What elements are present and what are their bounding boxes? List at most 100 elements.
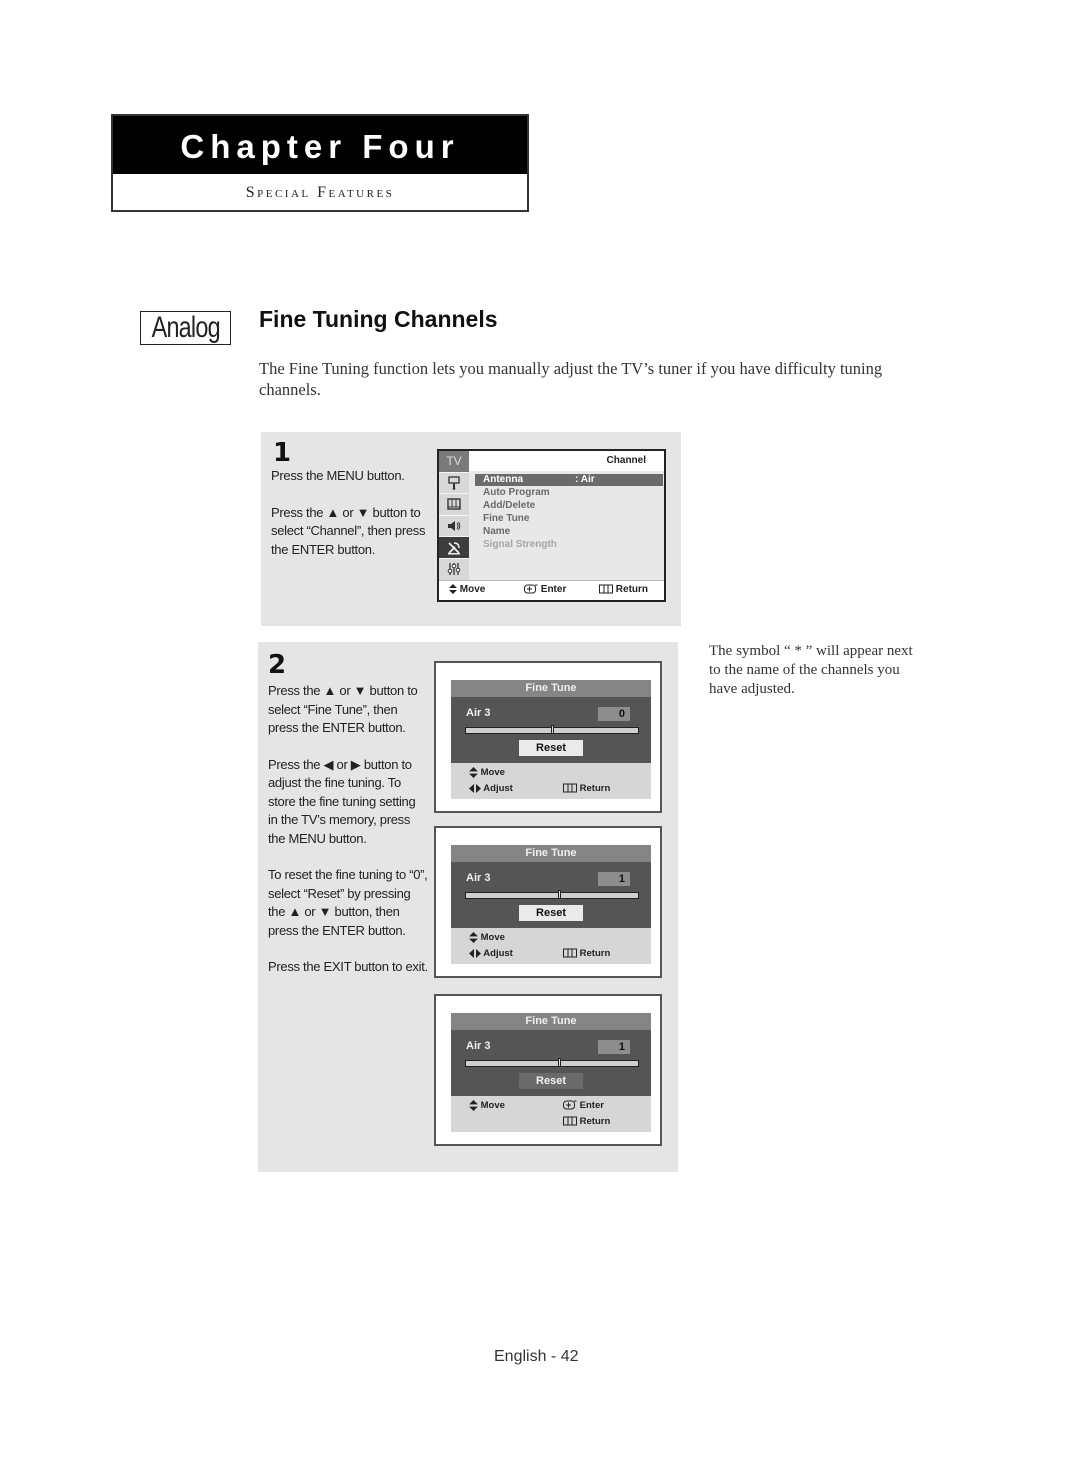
footer-move-label: Move [480, 932, 505, 944]
fine-tune-title: Fine Tune [451, 680, 651, 697]
menu-side-tabs: TV [439, 451, 469, 581]
fine-tune-screen: Fine Tune Air 3 1 Reset Move Adjust Retu… [434, 826, 662, 978]
fine-tune-body: Air 3 1 Reset [451, 862, 651, 928]
footer-move: Move [469, 932, 505, 943]
fine-tune-osd: Fine Tune Air 3 0 Reset Move Adjust Retu… [451, 680, 651, 799]
footer-return-label: Return [579, 948, 611, 959]
menu-header: Channel [606, 455, 646, 466]
menu-item-name[interactable]: Name [483, 526, 510, 538]
fine-tune-value: 1 [598, 1040, 630, 1054]
tv-tab[interactable]: TV [439, 451, 469, 473]
footer-enter: Enter [524, 581, 566, 599]
channel-menu-screen: TV Channel Antenna : Air Auto Program Ad… [437, 449, 666, 602]
fine-tune-slider[interactable] [465, 890, 639, 899]
instruction-paragraph: Press the ▲ or ▼ button to select “Chann… [271, 504, 426, 557]
left-right-arrow-icon [469, 783, 481, 793]
footer-return: Return [563, 1116, 610, 1127]
enter-icon [524, 584, 538, 594]
footer-adjust-label: Adjust [483, 948, 513, 959]
channel-label: Air 3 [466, 1040, 491, 1052]
footer-move-label: Move [480, 767, 505, 779]
footer-move: Move [469, 767, 505, 778]
menu-item-auto-program[interactable]: Auto Program [483, 487, 550, 499]
fine-tune-slider[interactable] [465, 725, 639, 734]
setup-tab[interactable] [439, 559, 469, 581]
picture-icon [447, 498, 461, 511]
return-menu-icon [563, 1116, 577, 1126]
instruction-paragraph: Press the ▲ or ▼ button to select “Fine … [268, 683, 418, 735]
reset-button[interactable]: Reset [519, 1073, 583, 1089]
up-down-arrow-icon [469, 932, 478, 943]
fine-tune-footer: Move Adjust Return [451, 763, 651, 799]
menu-footer: Move Enter Return [439, 580, 664, 600]
fine-tune-title: Fine Tune [451, 845, 651, 862]
menu-item-value: : Air [575, 474, 595, 485]
setup-sliders-icon [447, 563, 461, 576]
channel-label: Air 3 [466, 872, 491, 884]
return-menu-icon [563, 783, 577, 793]
fine-tune-osd: Fine Tune Air 3 1 Reset Move Enter Retur… [451, 1013, 651, 1132]
channel-tab[interactable] [439, 537, 469, 559]
sound-icon [448, 521, 461, 532]
footer-return-label: Return [615, 584, 649, 595]
fine-tune-title: Fine Tune [451, 1013, 651, 1030]
return-menu-icon [563, 948, 577, 958]
enter-icon [563, 1100, 577, 1110]
sound-tab[interactable] [439, 516, 469, 538]
menu-item-label: Antenna [483, 474, 523, 485]
up-down-arrow-icon [449, 584, 457, 595]
slider-thumb[interactable] [551, 725, 554, 734]
chapter-header: Chapter Four Special Features [111, 114, 529, 212]
menu-item-antenna[interactable]: Antenna : Air [475, 474, 663, 486]
fine-tune-body: Air 3 0 Reset [451, 697, 651, 763]
slider-thumb[interactable] [557, 890, 561, 899]
fine-tune-value: 1 [598, 872, 630, 886]
step-2-instructions: Press the ▲ or ▼ button to select “Fine … [268, 682, 428, 995]
step-number: 1 [273, 438, 292, 468]
channel-label: Air 3 [466, 707, 491, 719]
reset-button[interactable]: Reset [519, 740, 583, 756]
input-icon [448, 476, 460, 490]
footer-enter-label: Enter [540, 584, 567, 595]
fine-tune-osd: Fine Tune Air 3 1 Reset Move Adjust Retu… [451, 845, 651, 964]
up-down-arrow-icon [469, 1100, 478, 1111]
footer-enter-label: Enter [579, 1100, 604, 1111]
section-title: Fine Tuning Channels [259, 306, 498, 332]
footer-move: Move [449, 581, 485, 599]
channel-menu-list: Antenna : Air Auto Program Add/Delete Fi… [469, 471, 664, 581]
input-tab[interactable] [439, 473, 469, 495]
menu-item-fine-tune[interactable]: Fine Tune [483, 513, 529, 525]
step-1-instructions: Press the MENU button. Press the ▲ or ▼ … [271, 467, 426, 577]
fine-tune-value: 0 [598, 707, 630, 721]
analog-badge-label: Analog [151, 311, 220, 344]
fine-tune-footer: Move Adjust Return [451, 928, 651, 964]
footer-adjust: Adjust [469, 948, 513, 959]
instruction-paragraph: Press the ◀ or ▶ button to adjust the fi… [268, 756, 416, 846]
fine-tune-screen: Fine Tune Air 3 0 Reset Move Adjust Retu… [434, 661, 662, 813]
left-right-arrow-icon [469, 948, 481, 958]
instruction-paragraph: Press the EXIT button to exit. [268, 959, 428, 974]
step-number: 2 [268, 650, 287, 680]
footer-return: Return [563, 783, 610, 794]
return-menu-icon [599, 584, 613, 594]
footer-adjust: Adjust [469, 783, 513, 794]
footer-return: Return [563, 948, 610, 959]
analog-badge: Analog [140, 311, 231, 345]
footer-return: Return [599, 581, 648, 599]
fine-tune-footer: Move Enter Return [451, 1096, 651, 1132]
slider-thumb[interactable] [557, 1058, 561, 1067]
picture-tab[interactable] [439, 494, 469, 516]
chapter-title: Chapter Four [113, 116, 527, 174]
footer-enter: Enter [563, 1100, 604, 1111]
chapter-subtitle: Special Features [245, 184, 395, 201]
fine-tune-body: Air 3 1 Reset [451, 1030, 651, 1096]
fine-tune-slider[interactable] [465, 1058, 639, 1067]
footer-return-label: Return [579, 783, 611, 794]
instruction-paragraph: Press the MENU button. [271, 468, 405, 483]
menu-item-add-delete[interactable]: Add/Delete [483, 500, 535, 512]
reset-button[interactable]: Reset [519, 905, 583, 921]
channel-antenna-icon [448, 541, 460, 555]
footer-adjust-label: Adjust [483, 783, 513, 794]
footer-return-label: Return [579, 1116, 611, 1127]
page-number: English - 42 [494, 1348, 579, 1365]
